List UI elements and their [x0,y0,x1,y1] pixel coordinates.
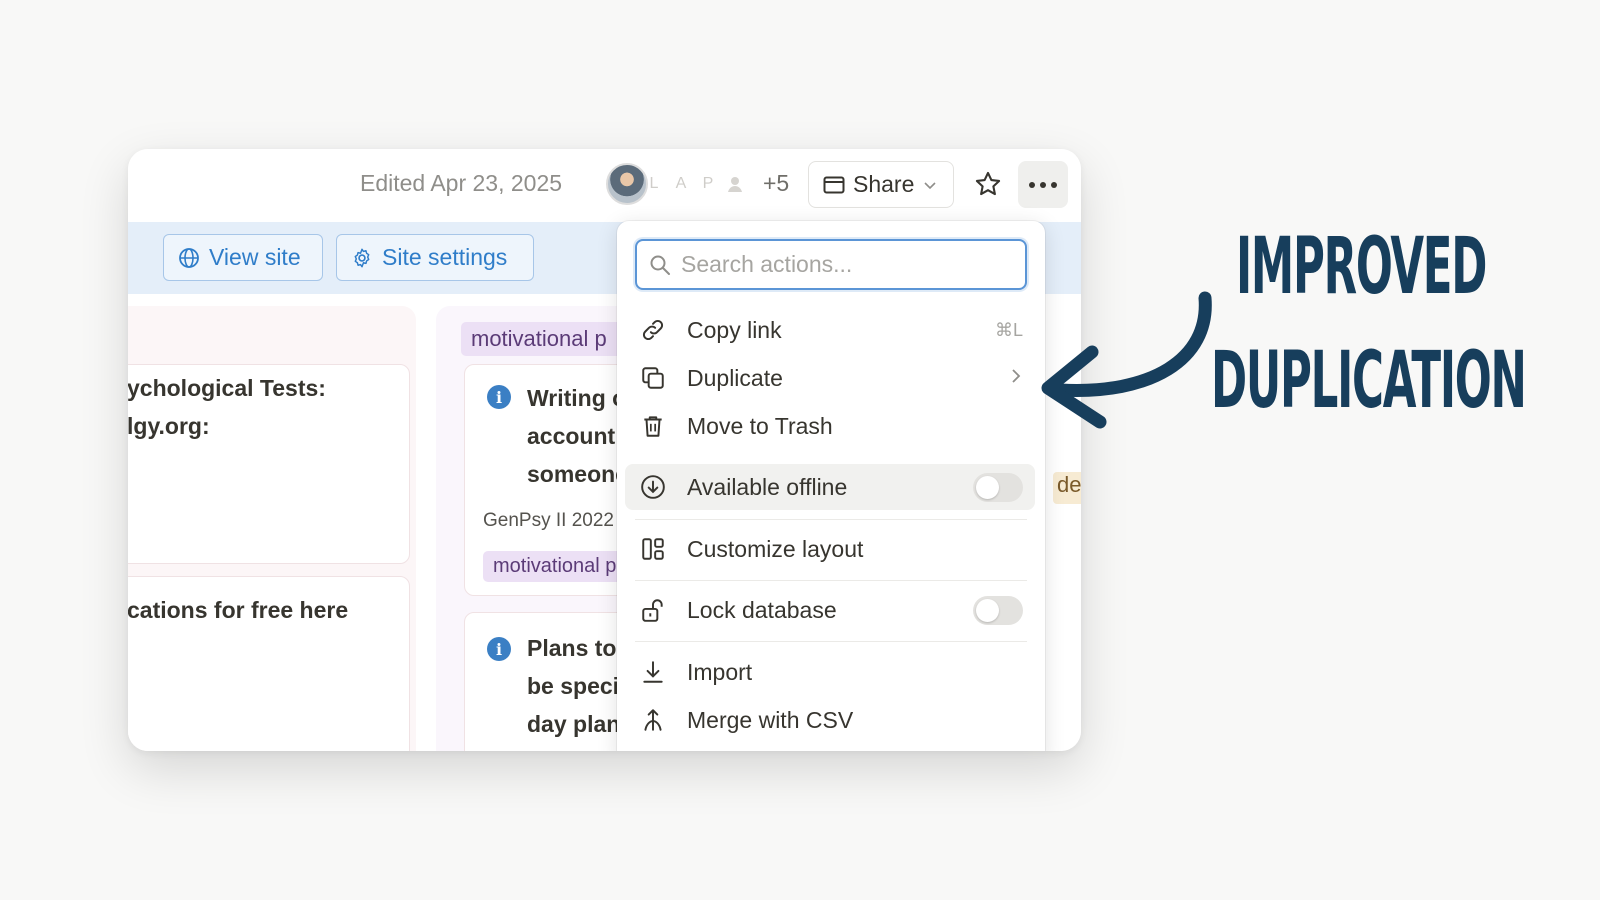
card-title-line: be speci [527,673,620,699]
menu-item-label: Duplicate [687,364,783,391]
menu-divider [635,641,1027,642]
card-title-line: someone [527,461,628,487]
menu-item-label: Merge with CSV [687,706,854,733]
menu-item-label: Lock database [687,596,837,623]
available-offline-toggle[interactable] [973,472,1023,502]
menu-item-label: Customize layout [687,535,864,562]
more-options-button[interactable] [1018,161,1068,208]
card-title-line: day plan [527,711,621,737]
card-title-line: ychological Tests: [128,375,326,401]
gear-icon [354,248,370,267]
search-icon [650,255,670,275]
card-title-line: lgy.org: [128,413,210,439]
menu-item-import[interactable]: Import [625,649,1035,695]
board-card[interactable]: ychological Tests: lgy.org: [128,364,410,564]
card-title-line: account [527,423,616,449]
share-button[interactable]: Share [808,161,954,208]
top-bar: Edited Apr 23, 2025 L A P +5 Share [128,149,1081,222]
card-title-line: Writing o [527,385,627,411]
menu-divider [635,580,1027,581]
board-card[interactable]: cations for free here [128,576,410,751]
more-collaborators-count[interactable]: +5 [763,170,789,197]
menu-item-customize-layout[interactable]: Customize layout [625,526,1035,572]
chevron-right-icon [1011,367,1021,390]
keyboard-shortcut: ⌘L [994,319,1023,340]
collaborator-avatars[interactable]: L A P [606,163,756,205]
avatar[interactable] [606,163,648,205]
card-meta: GenPsy II 2022 [483,510,614,531]
card-title-line: Plans to [527,635,617,661]
app-window: Edited Apr 23, 2025 L A P +5 Share View … [128,149,1081,751]
merge-icon [637,704,669,736]
download-circle-icon [637,471,669,503]
menu-item-move-to-trash[interactable]: Move to Trash [625,403,1035,449]
annotation-arrow-icon [1041,291,1212,429]
chevron-down-icon [924,177,936,193]
import-icon [637,656,669,688]
info-icon: i [487,385,511,409]
annotation-line: IMPROVED [1236,222,1487,312]
favorite-star-icon[interactable] [968,164,1008,204]
ellipsis-icon [1029,181,1057,188]
menu-item-label: Available offline [687,473,848,500]
search-actions-field[interactable] [635,239,1027,290]
menu-item-copy-link[interactable]: Copy link ⌘L [625,307,1035,353]
edited-timestamp: Edited Apr 23, 2025 [360,170,563,196]
share-label: Share [853,171,915,197]
annotation-line: DUPLICATION [1211,336,1527,426]
menu-item-label: Move to Trash [687,412,833,439]
duplicate-icon [637,362,669,394]
menu-item-merge-with-csv[interactable]: Merge with CSV [625,697,1035,743]
link-icon [637,314,669,346]
menu-item-duplicate[interactable]: Duplicate [625,355,1035,401]
search-actions-input[interactable] [681,251,1001,278]
site-settings-button[interactable]: Site settings [336,234,534,281]
info-icon: i [487,637,511,661]
view-site-button[interactable]: View site [163,234,323,281]
layout-icon [637,533,669,565]
menu-divider [635,519,1027,520]
menu-item-label: Copy link [687,316,782,343]
column-group-tag[interactable]: motivational p [461,322,641,356]
next-column-tag[interactable]: de [1053,472,1081,504]
actions-menu: Copy link ⌘L Duplicate Move to Trash Ava… [617,221,1045,751]
globe-icon [179,247,199,268]
menu-item-label: Import [687,658,753,685]
view-site-label: View site [209,244,301,270]
menu-item-lock-database[interactable]: Lock database [625,587,1035,633]
site-settings-label: Site settings [382,244,508,270]
browser-window-icon [823,176,845,193]
lock-database-toggle[interactable] [973,595,1023,625]
card-title-line: cations for free here [128,597,349,623]
unlock-icon [637,594,669,626]
trash-icon [637,410,669,442]
menu-item-available-offline[interactable]: Available offline [625,464,1035,510]
